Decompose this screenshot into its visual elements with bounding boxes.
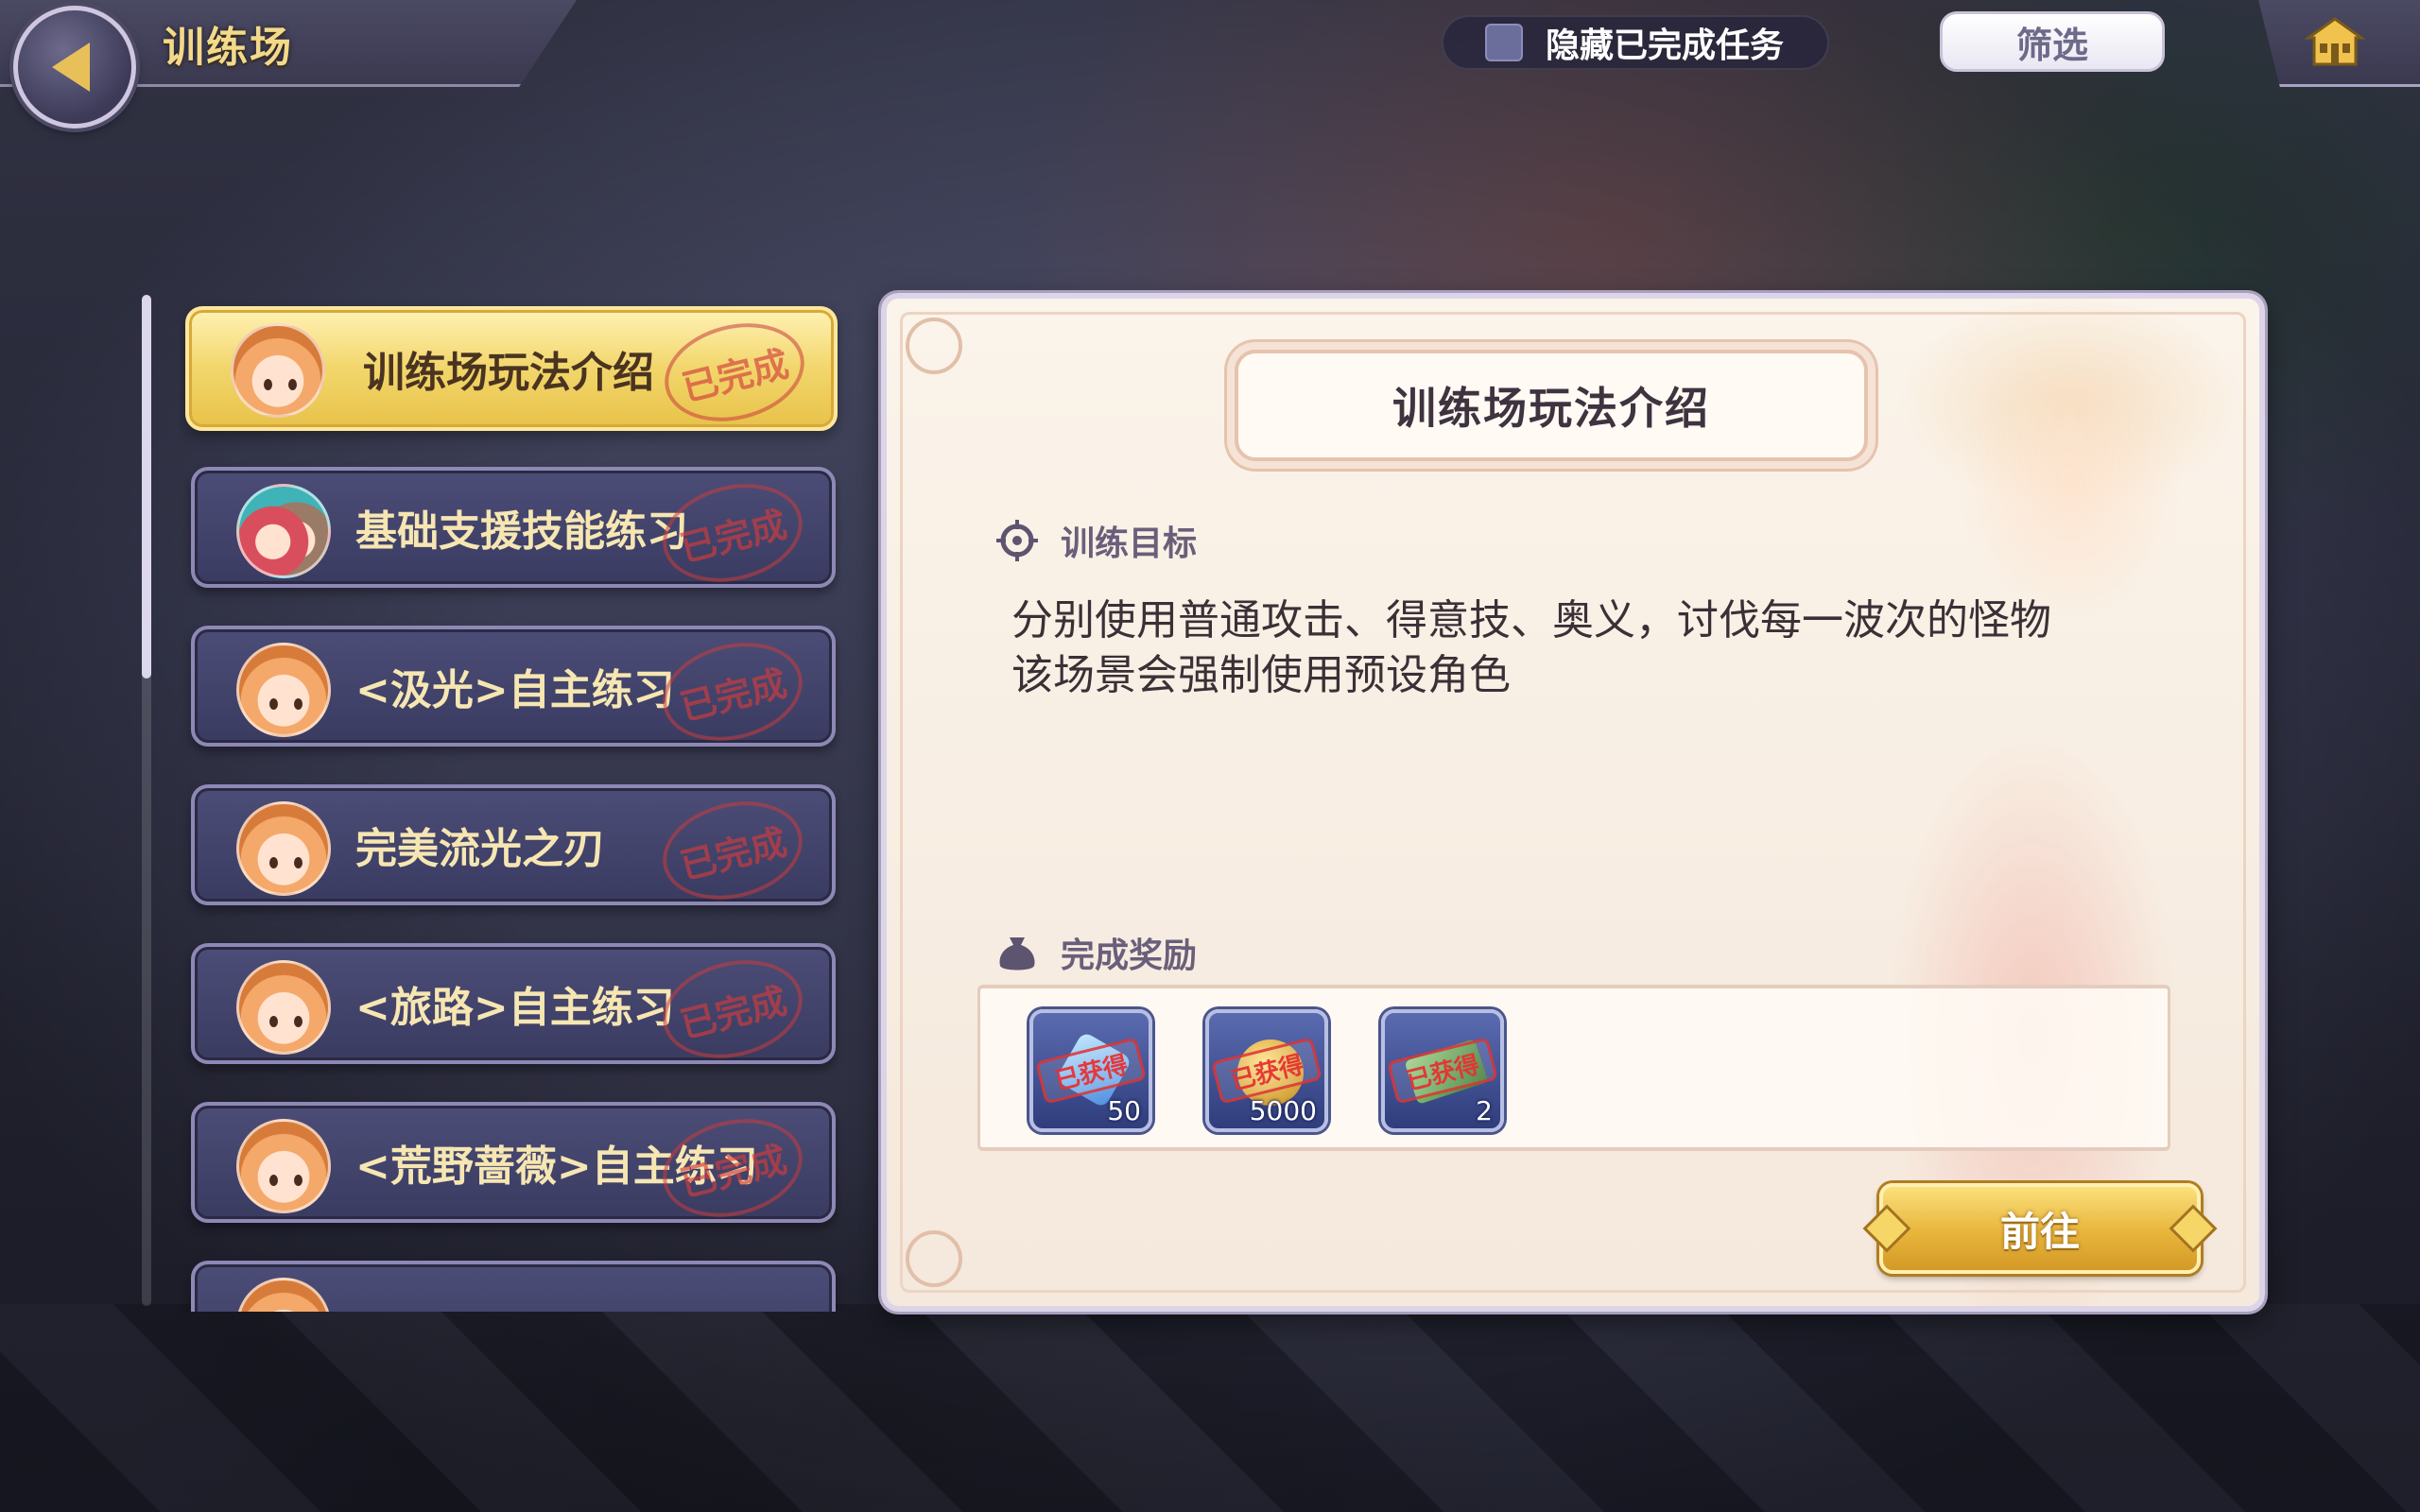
list-item[interactable]: <汲光>自主练习 已完成	[191, 626, 836, 755]
avatar-eye	[264, 379, 272, 390]
go-button-label: 前往	[1999, 1208, 2080, 1255]
reward-heading: 完成奖励	[996, 928, 1197, 977]
goal-heading: 训练目标	[996, 516, 1197, 565]
list-item[interactable]: <荒野蔷薇>自主练习 已完成	[191, 1102, 836, 1231]
reward-item[interactable]: 已获得 5000	[1205, 1009, 1328, 1132]
goal-line: 分别使用普通攻击、得意技、奥义，讨伐每一波次的怪物	[1011, 596, 2051, 644]
goal-line: 该场景会强制使用预设角色	[1011, 651, 1511, 699]
reward-list: 已获得 50 已获得 5000 已获得 2	[977, 985, 2170, 1151]
goal-description: 分别使用普通攻击、得意技、奥义，讨伐每一波次的怪物 该场景会强制使用预设角色	[1011, 593, 2184, 703]
reward-count: 50	[1107, 1095, 1141, 1126]
character-avatar	[236, 960, 331, 1055]
completed-stamp: 已完成	[652, 787, 813, 914]
reward-item[interactable]: 已获得 2	[1381, 1009, 1504, 1132]
hide-completed-checkbox[interactable]	[1485, 24, 1523, 61]
detail-title-plate: 训练场玩法介绍	[1235, 350, 1868, 461]
avatar-eye	[294, 1016, 302, 1027]
list-item[interactable]: <旅路>自主练习 已完成	[191, 943, 836, 1073]
list-scrollbar-thumb[interactable]	[142, 295, 151, 679]
hide-completed-label: 隐藏已完成任务	[1546, 26, 1785, 65]
goal-heading-label: 训练目标	[1061, 524, 1198, 563]
page-title: 训练场	[163, 24, 293, 72]
detail-title: 训练场玩法介绍	[1392, 383, 1710, 434]
reward-heading-label: 完成奖励	[1061, 936, 1198, 975]
character-avatar	[231, 323, 325, 418]
character-avatar	[236, 1278, 331, 1312]
filter-button[interactable]: 筛选	[1940, 11, 2165, 72]
reward-bag-icon	[996, 932, 1038, 973]
go-button[interactable]: 前往	[1862, 1183, 2218, 1274]
hide-completed-toggle[interactable]: 隐藏已完成任务	[1442, 15, 1829, 70]
character-avatar	[236, 643, 331, 737]
character-avatar	[236, 1119, 331, 1213]
corner-ornament-icon	[906, 318, 962, 374]
list-item-label: <旅路>自主练习	[355, 984, 675, 1032]
list-item-label: 完美流光之刃	[355, 825, 605, 873]
training-list: 训练场玩法介绍 已完成 基础支援技能练习 已完成 <汲光>自主练习 已完成 完美…	[180, 293, 860, 1312]
reward-count: 5000	[1249, 1095, 1317, 1126]
home-button[interactable]	[2299, 11, 2371, 72]
back-arrow-icon	[52, 43, 90, 92]
list-item[interactable]: 训练场玩法介绍 已完成	[185, 306, 838, 436]
avatar-eye	[294, 698, 302, 710]
list-item-partial[interactable]	[191, 1261, 836, 1312]
home-icon	[2305, 17, 2365, 66]
avatar-eye	[269, 698, 278, 710]
back-button[interactable]	[13, 6, 136, 129]
completed-stamp: 已完成	[654, 309, 815, 436]
reward-item[interactable]: 已获得 50	[1029, 1009, 1152, 1132]
avatar-eye	[269, 1016, 278, 1027]
target-icon	[996, 520, 1038, 561]
avatar-eye	[269, 1175, 278, 1186]
completed-stamp: 已完成	[652, 946, 813, 1073]
avatar-eye	[294, 1175, 302, 1186]
list-item-label: 基础支援技能练习	[355, 507, 688, 556]
reward-count: 2	[1476, 1095, 1493, 1126]
completed-stamp: 已完成	[652, 628, 813, 755]
character-avatar	[236, 484, 331, 578]
avatar-eye	[294, 857, 302, 868]
avatar-eye	[288, 379, 297, 390]
detail-panel: 训练场玩法介绍 训练目标 分别使用普通攻击、得意技、奥义，讨伐每一波次的怪物 该…	[881, 293, 2265, 1312]
avatar-eye	[269, 857, 278, 868]
list-item[interactable]: 完美流光之刃 已完成	[191, 784, 836, 914]
list-item-label: 训练场玩法介绍	[363, 349, 654, 397]
character-avatar	[236, 801, 331, 896]
list-item-label: <汲光>自主练习	[355, 666, 675, 714]
corner-ornament-icon	[906, 1230, 962, 1287]
list-item[interactable]: 基础支援技能练习 已完成	[191, 467, 836, 596]
